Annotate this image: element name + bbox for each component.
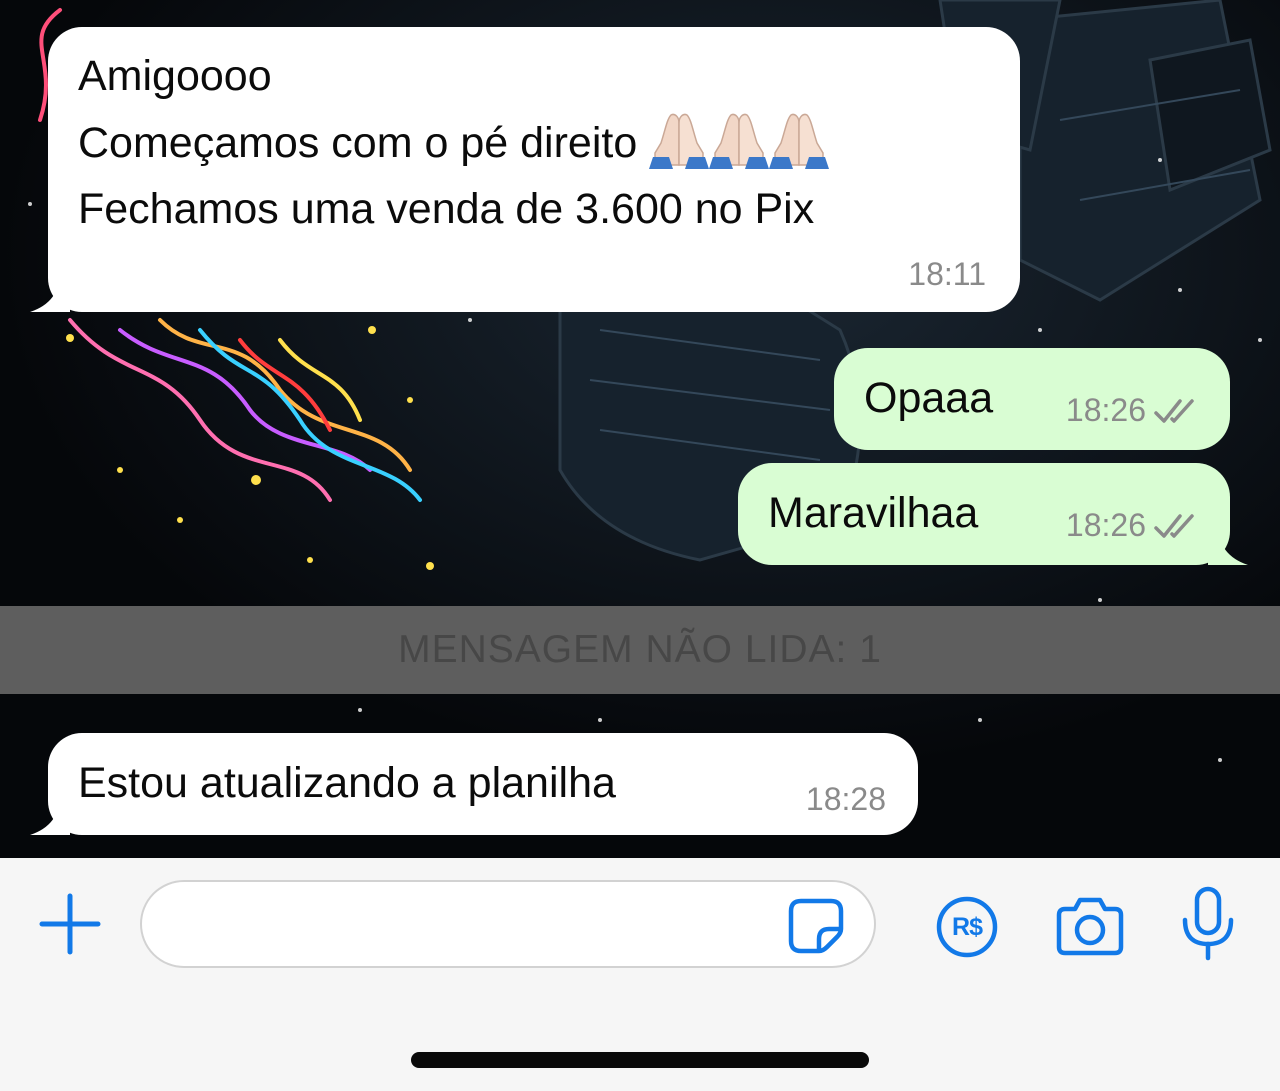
- message-bubble-outgoing[interactable]: Maravilhaa 18:26: [738, 463, 1248, 565]
- bubble-tail: [1208, 525, 1248, 565]
- message-text: Opaaa: [864, 374, 994, 422]
- microphone-icon: [1182, 886, 1234, 961]
- message-bubble-outgoing[interactable]: Opaaa 18:26: [834, 348, 1230, 450]
- chat-area[interactable]: Amigoooo Começamos com o pé direito Fech…: [0, 0, 1280, 858]
- folded-hands-emoji-icon: [649, 109, 710, 169]
- sticker-button[interactable]: [784, 894, 848, 958]
- unread-divider-label: MENSAGEM NÃO LIDA: 1: [398, 628, 882, 671]
- camera-icon: [1056, 897, 1124, 956]
- voice-message-button[interactable]: [1176, 884, 1240, 964]
- message-bubble-incoming[interactable]: Amigoooo Começamos com o pé direito Fech…: [30, 27, 1020, 312]
- message-text: Começamos com o pé direito: [78, 119, 638, 167]
- message-input[interactable]: [140, 880, 876, 968]
- message-bubble-incoming[interactable]: Estou atualizando a planilha 18:28: [30, 733, 918, 835]
- double-check-icon: [1154, 509, 1200, 549]
- message-text-line: Começamos com o pé direito: [78, 109, 830, 176]
- unread-messages-divider: MENSAGEM NÃO LIDA: 1: [0, 606, 1280, 694]
- pix-currency-label: R$: [952, 912, 983, 941]
- home-indicator[interactable]: [411, 1052, 869, 1068]
- plus-icon: [39, 893, 101, 955]
- message-text-line: Amigoooo: [78, 52, 272, 100]
- chat-screen: Amigoooo Começamos com o pé direito Fech…: [0, 0, 1280, 1091]
- camera-button[interactable]: [1054, 892, 1126, 960]
- message-time-and-status: 18:26: [1066, 390, 1200, 434]
- message-text-line: Fechamos uma venda de 3.600 no Pix: [78, 185, 815, 233]
- folded-hands-emoji-icon: [769, 109, 830, 169]
- folded-hands-emoji-icon: [709, 109, 770, 169]
- message-time: 18:28: [805, 781, 886, 817]
- message-text: Estou atualizando a planilha: [78, 759, 616, 807]
- bubble-tail: [30, 272, 70, 312]
- message-time: 18:11: [908, 256, 986, 292]
- message-text: Maravilhaa: [768, 489, 979, 537]
- message-time: 18:26: [1065, 507, 1146, 543]
- message-time: 18:26: [1065, 392, 1146, 428]
- pix-payment-button[interactable]: R$: [934, 894, 1000, 960]
- message-time-and-status: 18:26: [1066, 505, 1200, 549]
- sticker-icon: [788, 898, 844, 954]
- double-check-icon: [1154, 394, 1200, 434]
- attach-plus-button[interactable]: [34, 888, 106, 960]
- bubble-tail: [30, 795, 70, 835]
